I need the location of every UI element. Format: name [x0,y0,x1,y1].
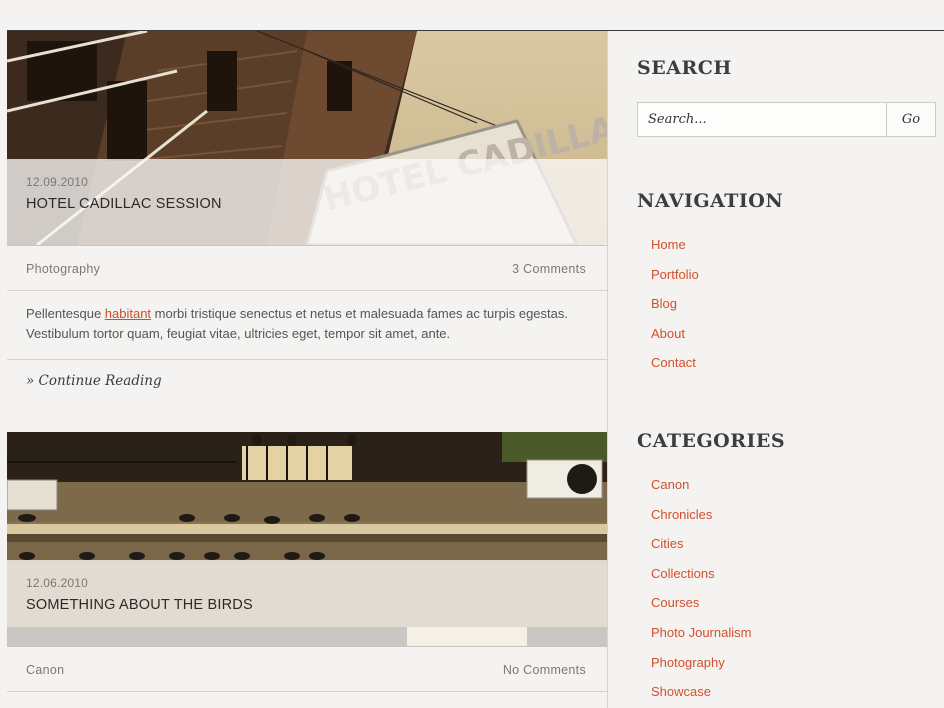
post-featured-image[interactable]: 12.06.2010 SOMETHING ABOUT THE BIRDS [7,432,607,647]
nav-item-portfolio[interactable]: Portfolio [651,267,699,297]
post-date: 12.06.2010 [26,576,89,590]
post-comments-link[interactable]: No Comments [503,663,586,677]
continue-reading-row: » Continue Reading [7,360,607,432]
category-item-courses[interactable]: Courses [651,595,751,625]
post-title[interactable]: SOMETHING ABOUT THE BIRDS [26,597,253,613]
excerpt-link[interactable]: habitant [105,306,151,321]
post-date: 12.09.2010 [26,175,89,189]
excerpt-text-start: Pellentesque [26,306,105,321]
search-go-button[interactable]: Go [886,103,935,136]
continue-reading-link[interactable]: » Continue Reading [26,373,162,389]
post-meta: Canon No Comments [7,647,607,692]
post-comments-link[interactable]: 3 Comments [512,262,586,276]
nav-item-blog[interactable]: Blog [651,296,699,326]
category-item-canon[interactable]: Canon [651,477,751,507]
search-form: Go [637,102,936,137]
blog-page: HOTEL CADILLAC 12.09.2010 HOTEL CADILLAC… [0,0,944,708]
nav-item-about[interactable]: About [651,326,699,356]
post-category-link[interactable]: Photography [26,262,100,276]
search-widget-title: SEARCH [637,57,732,79]
post-category-link[interactable]: Canon [26,663,64,677]
nav-item-home[interactable]: Home [651,237,699,267]
categories-list: Canon Chronicles Cities Collections Cour… [651,477,751,708]
category-item-showcase[interactable]: Showcase [651,684,751,708]
categories-widget-title: CATEGORIES [637,430,786,452]
post-featured-image[interactable]: HOTEL CADILLAC 12.09.2010 HOTEL CADILLAC… [7,31,607,246]
post-meta: Photography 3 Comments [7,246,607,291]
post-title-band: 12.09.2010 HOTEL CADILLAC SESSION [7,159,607,245]
navigation-widget-title: NAVIGATION [637,190,784,212]
search-input[interactable] [638,103,887,136]
post-item: HOTEL CADILLAC 12.09.2010 HOTEL CADILLAC… [7,31,607,432]
category-item-collections[interactable]: Collections [651,566,751,596]
post-list: HOTEL CADILLAC 12.09.2010 HOTEL CADILLAC… [7,31,608,708]
category-item-photo-journalism[interactable]: Photo Journalism [651,625,751,655]
category-item-cities[interactable]: Cities [651,536,751,566]
post-title[interactable]: HOTEL CADILLAC SESSION [26,196,222,212]
post-item: 12.06.2010 SOMETHING ABOUT THE BIRDS Can… [7,432,607,692]
navigation-list: Home Portfolio Blog About Contact [651,237,699,385]
post-excerpt: Pellentesque habitant morbi tristique se… [7,291,607,360]
nav-item-contact[interactable]: Contact [651,355,699,385]
category-item-chronicles[interactable]: Chronicles [651,507,751,537]
post-title-band: 12.06.2010 SOMETHING ABOUT THE BIRDS [7,560,607,646]
category-item-photography[interactable]: Photography [651,655,751,685]
